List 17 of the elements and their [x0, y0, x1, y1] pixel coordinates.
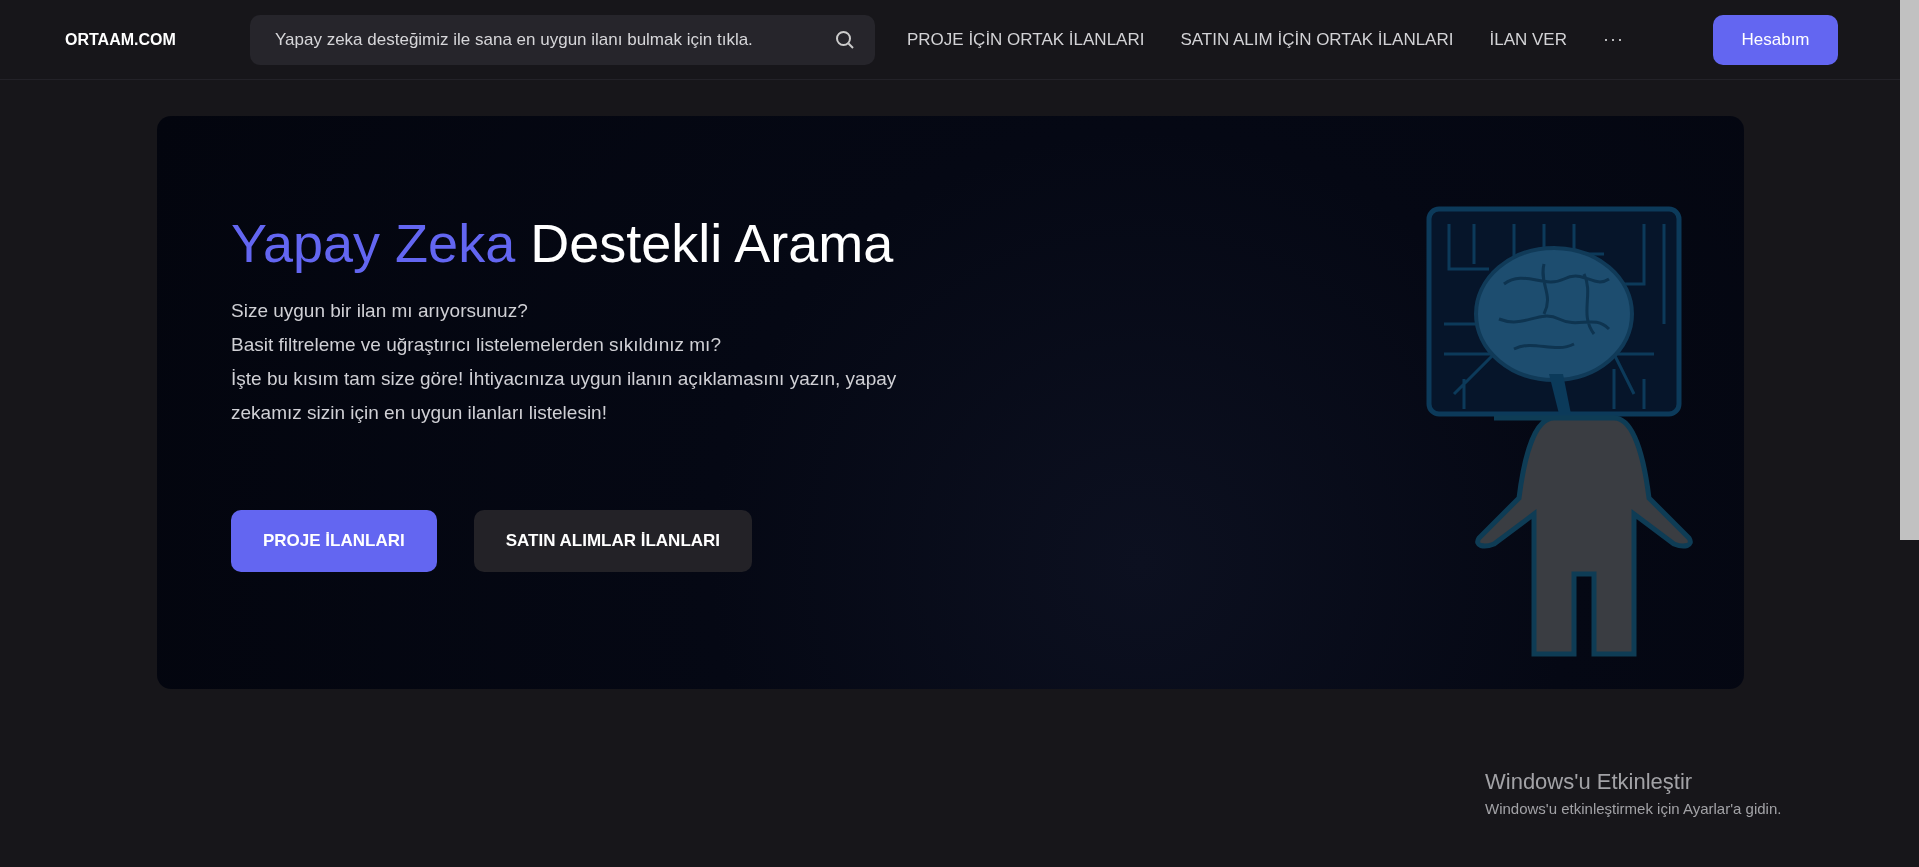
nav-link[interactable]: İLAN VER — [1489, 26, 1567, 53]
listing-button[interactable]: SATIN ALIMLAR İLANLARI — [473, 509, 753, 572]
activation-notice-title: Windows'u Etkinleştir — [1485, 768, 1694, 796]
hero-text: İşte bu kısım tam size göre! İhtiyacınıza uygun ilanın açıklamasını yazın, yapay zekamız sizin için en uygun ilanları listelesin! — [231, 366, 898, 425]
nav-link[interactable]: PROJE İÇİN ORTAK İLANLARI — [907, 26, 1145, 53]
site-logo[interactable]: ORTAAM.COM — [65, 27, 250, 52]
hero-title: Yapay Zeka Destekli Arama — [231, 212, 895, 275]
listing-button[interactable]: PROJE İLANLARI — [231, 509, 437, 572]
hero-text: Basit filtreleme ve uğraştırıcı listelemelerden sıkıldınız mı? — [231, 332, 722, 357]
activation-notice-text: Windows'u etkinleştirmek için Ayarlar'a gidin. — [1485, 799, 1782, 819]
search-icon[interactable] — [835, 29, 855, 50]
account-button[interactable]: Hesabım — [1713, 14, 1838, 65]
hero-text: Size uygun bir ilan mı arıyorsunuz? — [231, 298, 529, 323]
scrollbar-thumb[interactable] — [1900, 0, 1919, 540]
more-menu-button[interactable]: ··· — [1596, 25, 1630, 54]
search-field[interactable]: Yapay zeka desteğimiz ile sana en uygun ilanı bulmak için tıkla. — [250, 14, 875, 65]
nav-link[interactable]: SATIN ALIM İÇİN ORTAK İLANLARI — [1180, 26, 1454, 53]
